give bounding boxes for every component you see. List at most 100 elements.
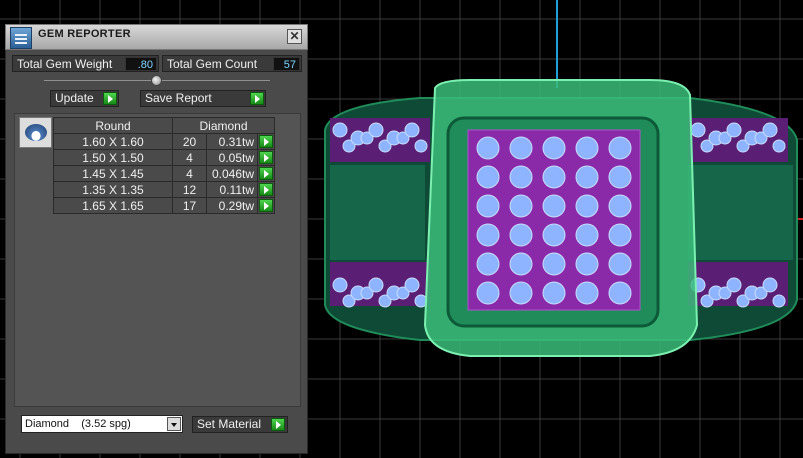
gem-stone [509,136,533,160]
gem-stone [404,277,420,293]
row-action[interactable] [257,181,275,198]
gem-reporter-app-icon [10,27,32,49]
round-gem-icon[interactable] [19,117,52,148]
play-arrow-icon [259,151,273,164]
table-row[interactable]: 1.35 X 1.35 12 0.11tw [53,181,275,198]
gem-stone [542,223,566,247]
update-button[interactable]: Update [50,90,119,107]
set-material-button[interactable]: Set Material [192,416,288,433]
close-icon[interactable]: ✕ [287,29,302,44]
row-action[interactable] [257,165,275,182]
gem-stone [476,223,500,247]
gem-count-cell: 20 [172,133,207,150]
gem-count-cell: 12 [172,181,207,198]
gem-stone [575,194,599,218]
panel-title: GEM REPORTER [38,28,131,40]
set-material-label: Set Material [197,417,262,431]
gem-stone [414,139,428,153]
gem-stone [575,165,599,189]
gem-stone [332,277,348,293]
total-weight-label: Total Gem Weight [17,57,113,71]
gem-stone [772,139,786,153]
gem-stone [509,223,533,247]
row-action[interactable] [257,197,275,214]
gem-stone [575,223,599,247]
gem-stone [509,165,533,189]
play-arrow-icon [259,183,273,196]
total-count-value: 57 [273,57,300,71]
gem-weight-cell: 0.046tw [206,165,258,182]
gem-count-cell: 4 [172,149,207,166]
gem-stone [476,136,500,160]
gem-stone [690,122,706,138]
gem-weight-cell: 0.29tw [206,197,258,214]
total-count-label: Total Gem Count [167,57,258,71]
gem-stone [542,281,566,305]
table-row[interactable]: 1.65 X 1.65 17 0.29tw [53,197,275,214]
save-report-button[interactable]: Save Report [140,90,266,107]
gem-stone [25,124,47,141]
gem-stone [575,136,599,160]
gem-stone [368,122,384,138]
gem-count-cell: 4 [172,165,207,182]
material-select[interactable]: Diamond (3.52 spg) [21,415,183,433]
gem-stone [476,281,500,305]
play-arrow-icon [259,199,273,212]
column-header-diamond: Diamond [172,117,275,134]
total-weight-field: Total Gem Weight .80 [12,55,159,72]
gem-size-cell: 1.50 X 1.50 [53,149,173,166]
total-weight-value: .80 [125,57,157,71]
play-arrow-icon [103,92,117,105]
column-header-round: Round [53,117,173,134]
table-row[interactable]: 1.45 X 1.45 4 0.046tw [53,165,275,182]
gem-stone [575,252,599,276]
gem-size-cell: 1.45 X 1.45 [53,165,173,182]
gem-stone [575,281,599,305]
gem-stone [509,252,533,276]
total-count-field: Total Gem Count 57 [162,55,302,72]
row-action[interactable] [257,133,275,150]
gem-table: Round Diamond 1.60 X 1.60 20 0.31tw 1.50 X … [53,117,275,214]
gem-count-cell: 17 [172,197,207,214]
play-arrow-icon [250,92,264,105]
gem-stone [726,277,742,293]
gem-stone [509,281,533,305]
gem-stone [762,277,778,293]
gem-stone [608,136,632,160]
gem-stone [332,122,348,138]
play-arrow-icon [259,167,273,180]
gem-stone [608,194,632,218]
save-report-label: Save Report [145,91,212,105]
gem-stone [542,165,566,189]
row-action[interactable] [257,149,275,166]
gem-stone [509,194,533,218]
gem-stone [542,136,566,160]
gem-weight-cell: 0.11tw [206,181,258,198]
slider-handle[interactable] [151,75,162,86]
gem-weight-cell: 0.31tw [206,133,258,150]
right-band [688,165,793,260]
gem-weight-cell: 0.05tw [206,149,258,166]
left-band [330,165,425,260]
update-label: Update [55,91,94,105]
gem-stone [542,252,566,276]
chevron-down-icon[interactable] [167,417,181,431]
panel-titlebar[interactable]: GEM REPORTER ✕ [5,24,308,50]
gem-stone [542,194,566,218]
gem-stone [762,122,778,138]
gem-stone [608,223,632,247]
table-row[interactable]: 1.50 X 1.50 4 0.05tw [53,149,275,166]
gem-stone [608,165,632,189]
gem-stone [368,277,384,293]
play-arrow-icon [259,135,273,148]
ring-model[interactable] [324,79,798,357]
gem-stone [608,252,632,276]
gem-stone [608,281,632,305]
play-arrow-icon [271,418,285,431]
gem-size-cell: 1.60 X 1.60 [53,133,173,150]
gem-stone [476,252,500,276]
gem-stone [476,165,500,189]
gem-stone [772,294,786,308]
gem-size-cell: 1.35 X 1.35 [53,181,173,198]
table-row[interactable]: 1.60 X 1.60 20 0.31tw [53,133,275,150]
